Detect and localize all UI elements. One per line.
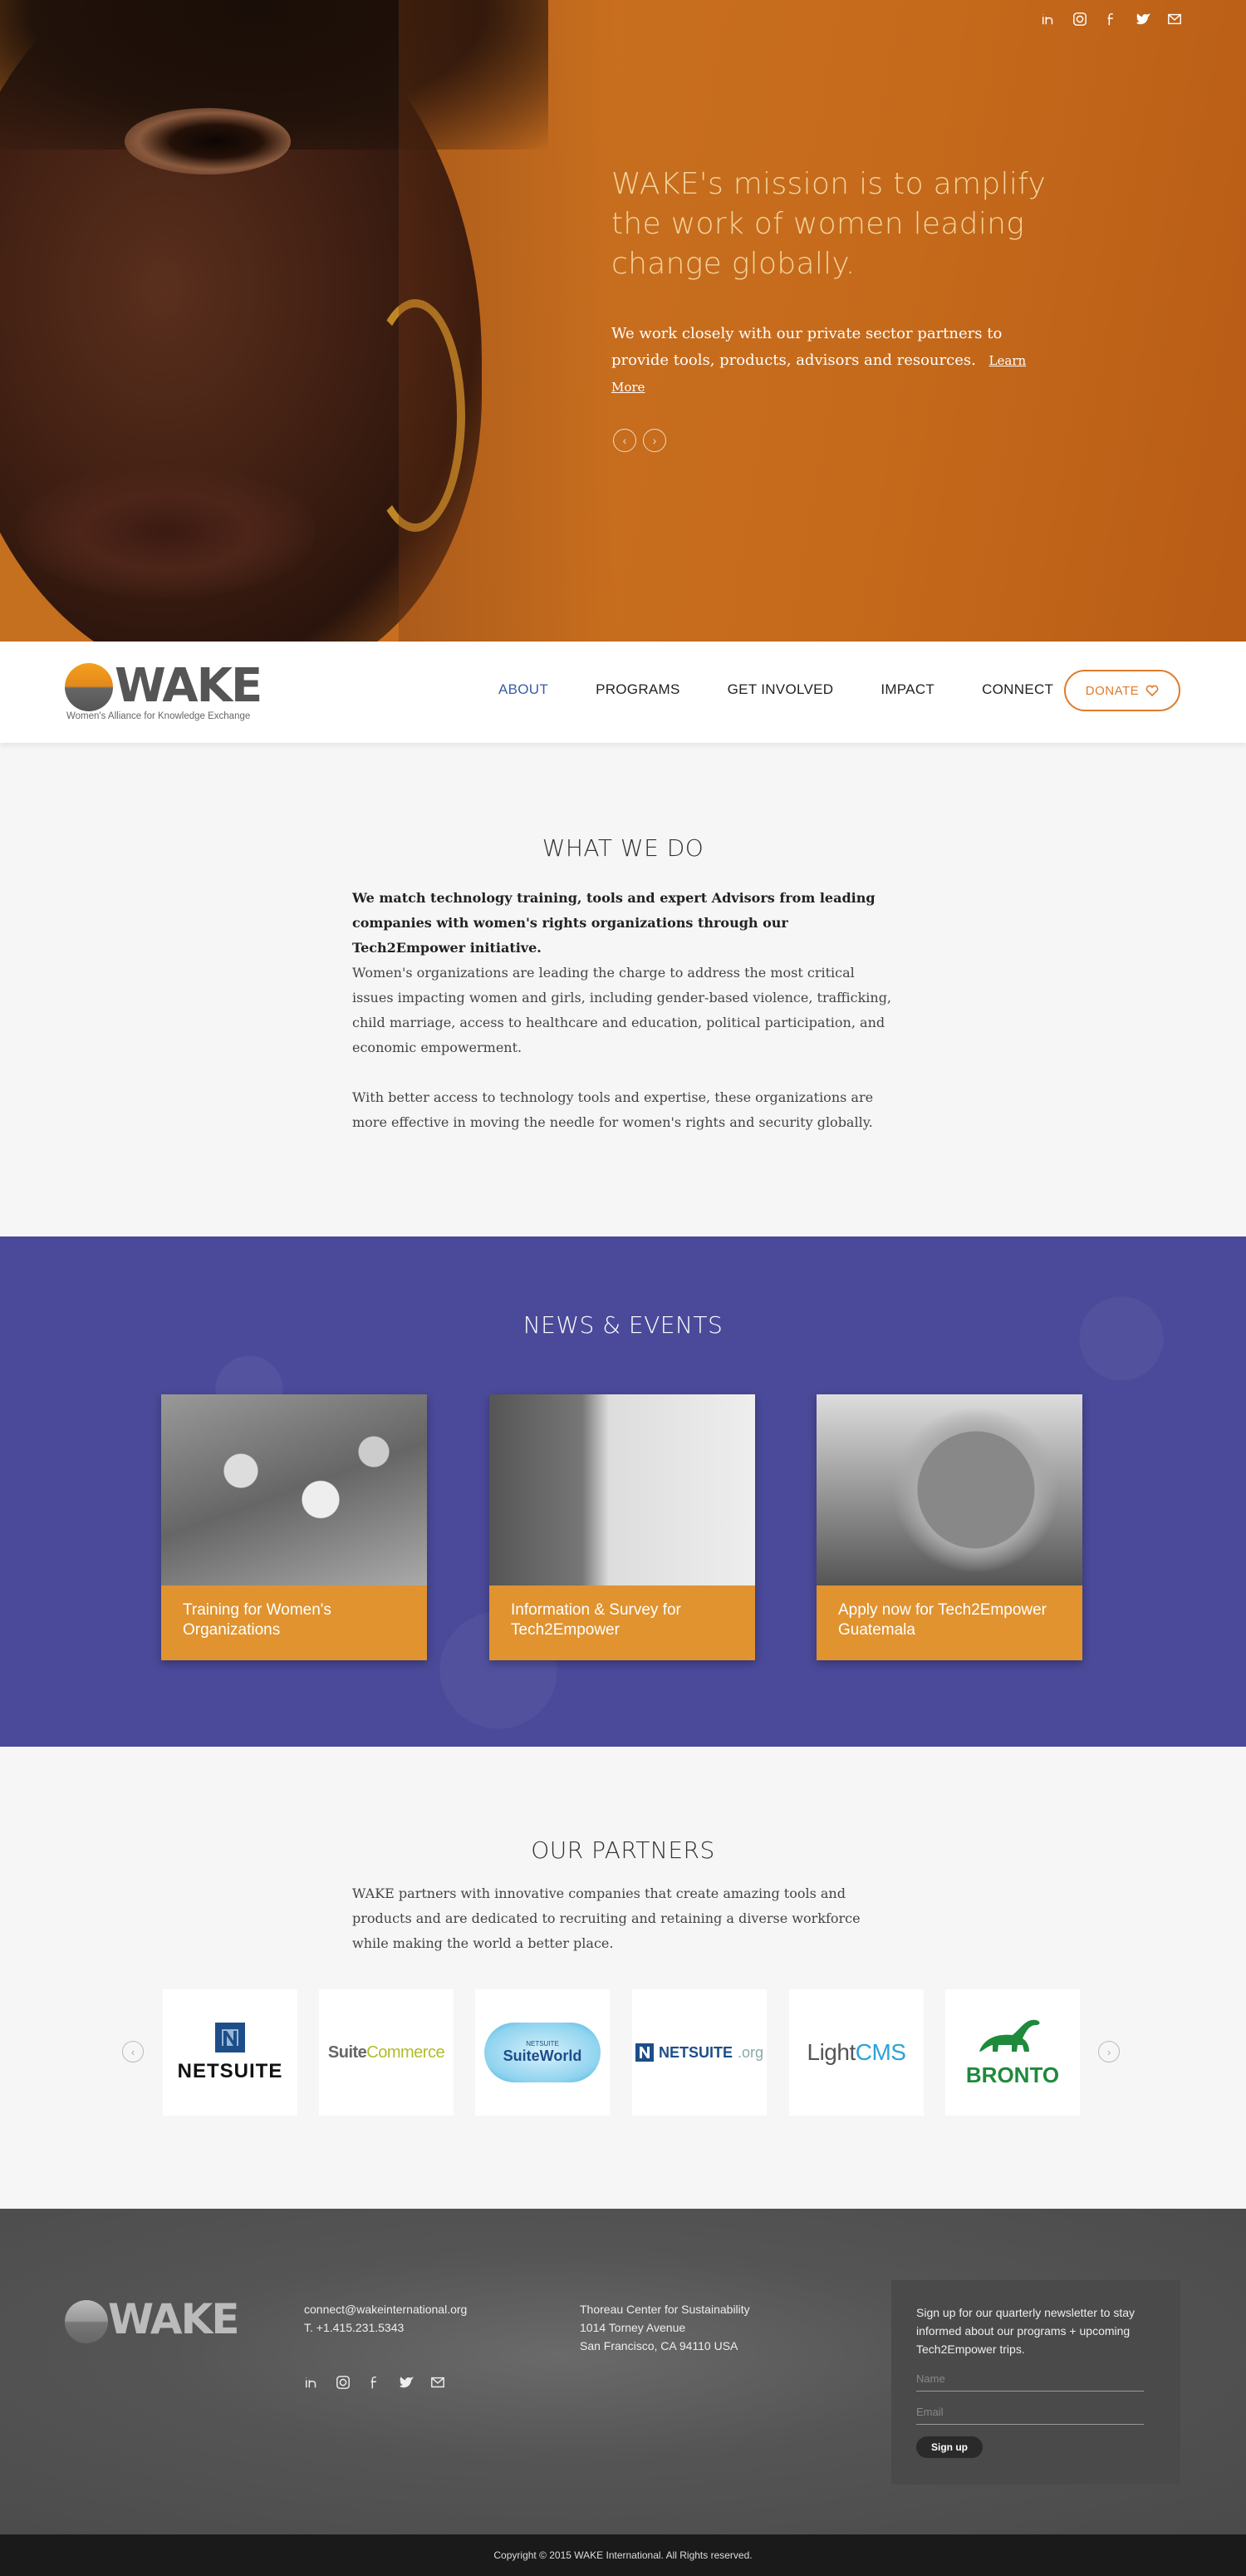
linkedin-icon[interactable] [1040, 12, 1057, 28]
partner-logo-netsuite[interactable]: NETSUITE [163, 1989, 297, 2116]
newsletter-text: Sign up for our quarterly newsletter to … [916, 2306, 1136, 2356]
nav-item-programs[interactable]: PROGRAMS [596, 681, 680, 698]
group-photo-image [161, 1394, 427, 1585]
main-navigation: WAKE Women's Alliance for Knowledge Exch… [0, 642, 1246, 743]
facebook-icon[interactable] [1103, 12, 1120, 28]
what-we-do-paragraph-1: Women's organizations are leading the ch… [352, 965, 892, 1055]
presentation-photo-image [489, 1394, 755, 1585]
nav-item-about[interactable]: ABOUT [498, 681, 548, 698]
partner-logo-suiteworld[interactable]: NETSUITE SuiteWorld [475, 1989, 610, 2116]
chevron-right-icon[interactable]: › [1098, 2041, 1120, 2062]
netsuite-n-icon [215, 2022, 245, 2052]
footer-address: Thoreau Center for Sustainability 1014 T… [580, 2303, 750, 2352]
chevron-right-icon[interactable]: › [643, 429, 666, 452]
news-events-heading: NEWS & EVENTS [522, 1311, 724, 1339]
what-we-do-paragraph-2: With better access to technology tools a… [352, 1089, 874, 1130]
news-card[interactable]: Apply now for Tech2Empower Guatemala [817, 1394, 1082, 1660]
netsuite-n-icon [635, 2043, 654, 2062]
nav-menu: ABOUT PROGRAMS GET INVOLVED IMPACT CONNE… [498, 681, 1101, 698]
newsletter-name-input[interactable] [916, 2367, 1144, 2392]
nav-item-get-involved[interactable]: GET INVOLVED [728, 681, 834, 698]
donate-button[interactable]: DONATE [1064, 670, 1180, 711]
partner-logo-suitecommerce[interactable]: SuiteCommerce [319, 1989, 454, 2116]
hero-title: WAKE's mission is to amplify the work of… [611, 167, 1047, 281]
newsletter-email-input[interactable] [916, 2400, 1144, 2425]
what-we-do-heading: WHAT WE DO [542, 834, 704, 862]
chevron-left-icon[interactable]: ‹ [122, 2041, 144, 2062]
heart-icon [1145, 685, 1159, 696]
partners-description: WAKE partners with innovative companies … [352, 1885, 861, 1951]
news-card[interactable]: Information & Survey for Tech2Empower [489, 1394, 755, 1660]
newsletter-signup: Sign up for our quarterly newsletter to … [891, 2280, 1180, 2485]
wake-logo[interactable]: WAKE Women's Alliance for Knowledge Exch… [65, 660, 262, 728]
hero-banner: WAKE's mission is to amplify the work of… [0, 0, 1246, 642]
nav-item-connect[interactable]: CONNECT [982, 681, 1053, 698]
sign-up-button[interactable]: Sign up [916, 2436, 983, 2458]
mail-icon[interactable] [1166, 12, 1183, 28]
linkedin-icon[interactable] [304, 2375, 319, 2390]
partners-heading: OUR PARTNERS [531, 1836, 715, 1864]
hero-description: We work closely with our private sector … [611, 325, 1027, 395]
news-card[interactable]: Training for Women's Organizations [161, 1394, 427, 1660]
footer-logo[interactable]: WAKE [108, 2295, 240, 2343]
twitter-icon[interactable] [1135, 12, 1151, 28]
partner-logo-lightcms[interactable]: LightCMS [789, 1989, 924, 2116]
news-events-section: NEWS & EVENTS Training for Women's Organ… [0, 1236, 1246, 1747]
dinosaur-icon [979, 2019, 1040, 2052]
footer-email-link[interactable]: connect@wakeinternational.org [304, 2300, 467, 2318]
footer-social-links [304, 2375, 445, 2390]
nav-item-impact[interactable]: IMPACT [881, 681, 934, 698]
mail-icon[interactable] [430, 2375, 445, 2390]
instagram-icon[interactable] [1072, 12, 1088, 28]
sun-logo-icon [65, 2300, 108, 2343]
footer-phone: T. +1.415.231.5343 [304, 2321, 405, 2334]
instagram-icon[interactable] [336, 2375, 351, 2390]
header-social-links [1040, 12, 1183, 28]
twitter-icon[interactable] [399, 2375, 414, 2390]
copyright-bar: Copyright © 2015 WAKE International. All… [0, 2534, 1246, 2576]
partner-logo-netsuite-org[interactable]: NETSUITE .org [632, 1989, 767, 2116]
footer-contact: connect@wakeinternational.org T. +1.415.… [304, 2300, 467, 2337]
what-we-do-lead: We match technology training, tools and … [352, 890, 876, 956]
sun-logo-icon [65, 663, 113, 711]
facebook-icon[interactable] [367, 2375, 382, 2390]
hero-carousel-controls: ‹ › [613, 429, 666, 452]
guatemala-photo-image [817, 1394, 1082, 1585]
partner-logo-bronto[interactable]: BRONTO [945, 1989, 1080, 2116]
chevron-left-icon[interactable]: ‹ [613, 429, 636, 452]
